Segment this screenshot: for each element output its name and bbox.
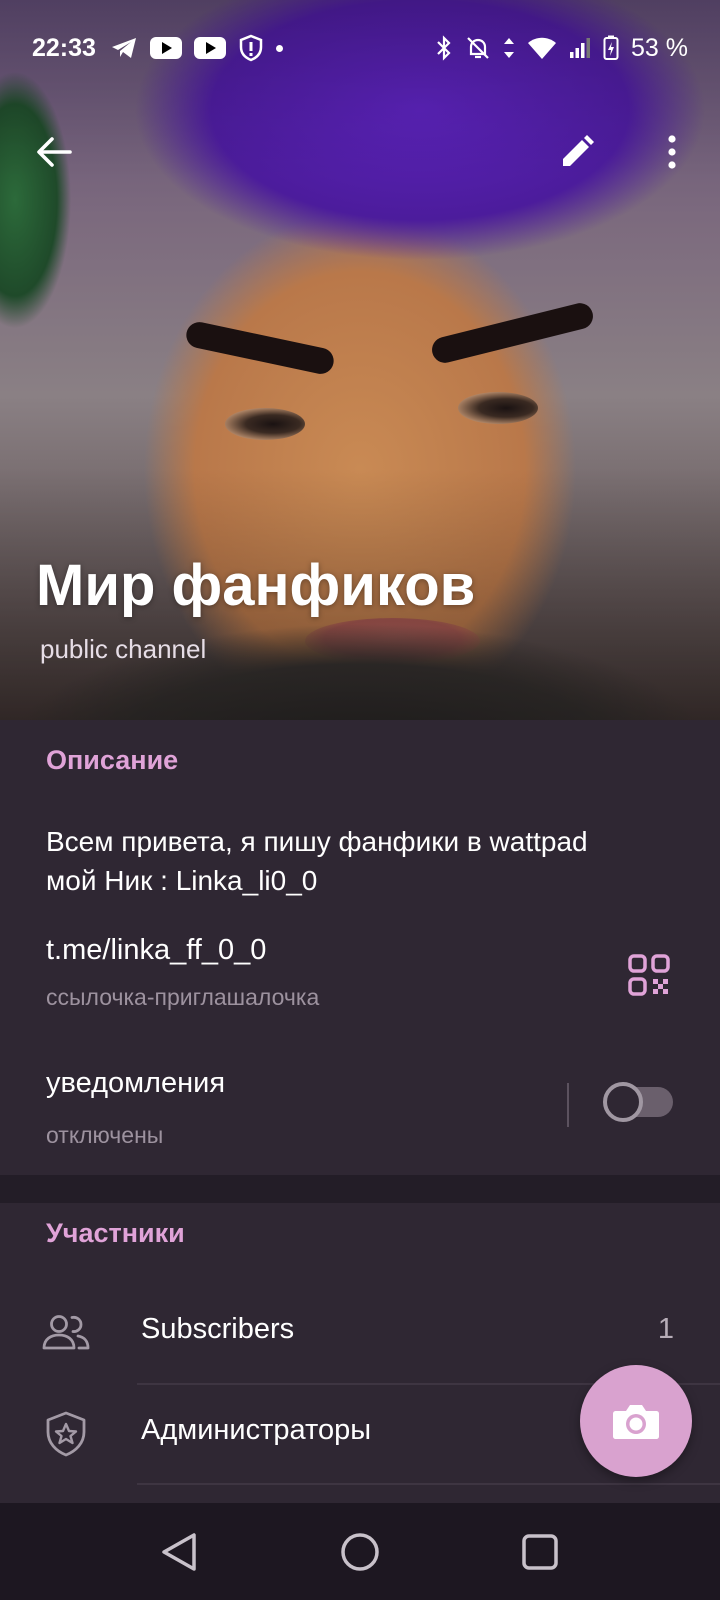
top-toolbar xyxy=(0,120,720,184)
shield-alert-icon xyxy=(239,34,263,62)
channel-description[interactable]: Всем привета, я пишу фанфики в wattpad м… xyxy=(46,822,686,900)
notifications-label: уведомления xyxy=(46,1067,226,1099)
circle-home-icon xyxy=(341,1533,379,1571)
battery-charging-icon xyxy=(603,35,619,60)
camera-icon xyxy=(613,1405,659,1439)
status-time: 22:33 xyxy=(32,33,96,62)
more-notifications-dot xyxy=(275,44,283,52)
invite-link-caption: ссылочка-приглашалочка xyxy=(46,984,320,1010)
notifications-divider xyxy=(567,1083,569,1127)
administrators-label: Администраторы xyxy=(141,1414,372,1446)
back-button[interactable] xyxy=(30,128,78,176)
arrow-left-icon xyxy=(37,137,72,167)
square-recents-icon xyxy=(522,1534,558,1570)
system-icons: 53 % xyxy=(435,34,688,63)
users-icon xyxy=(40,1307,92,1359)
notification-icons xyxy=(110,34,283,62)
status-bar: 22:33 53 % xyxy=(0,26,720,70)
data-arrows-icon xyxy=(504,38,515,58)
wifi-icon xyxy=(528,37,557,59)
notifications-toggle[interactable] xyxy=(603,1082,673,1122)
channel-title: Мир фанфиков xyxy=(36,553,476,618)
qr-code-icon xyxy=(628,954,670,996)
row-divider xyxy=(137,1483,720,1485)
youtube-icon xyxy=(193,37,226,59)
bell-off-icon xyxy=(467,37,489,59)
members-section-title: Участники xyxy=(46,1218,185,1248)
more-options-button[interactable] xyxy=(648,128,696,176)
invite-link[interactable]: t.me/linka_ff_0_0 xyxy=(46,934,266,967)
system-nav-bar xyxy=(0,1503,720,1600)
section-separator xyxy=(0,1175,720,1203)
triangle-back-icon xyxy=(162,1533,196,1571)
nav-home-button[interactable] xyxy=(337,1529,383,1575)
description-section-title: Описание xyxy=(46,745,179,775)
pencil-icon xyxy=(563,135,594,166)
channel-type: public channel xyxy=(40,634,207,664)
toggle-knob xyxy=(603,1082,643,1122)
subscribers-label: Subscribers xyxy=(141,1313,295,1345)
nav-recents-button[interactable] xyxy=(517,1529,563,1575)
qr-code-button[interactable] xyxy=(627,953,671,997)
shield-star-icon xyxy=(40,1408,92,1460)
youtube-icon xyxy=(149,37,182,59)
set-photo-button[interactable] xyxy=(580,1365,692,1477)
subscribers-count: 1 xyxy=(657,1313,674,1345)
telegram-icon xyxy=(111,38,136,58)
signal-icon xyxy=(570,38,591,58)
nav-back-button[interactable] xyxy=(156,1529,202,1575)
bluetooth-icon xyxy=(437,35,451,61)
notifications-state: отключены xyxy=(46,1122,164,1148)
battery-percent: 53 % xyxy=(631,33,688,62)
edit-button[interactable] xyxy=(553,128,601,176)
subscribers-row[interactable]: Subscribers 1 xyxy=(0,1283,720,1383)
more-vertical-icon xyxy=(668,135,676,169)
